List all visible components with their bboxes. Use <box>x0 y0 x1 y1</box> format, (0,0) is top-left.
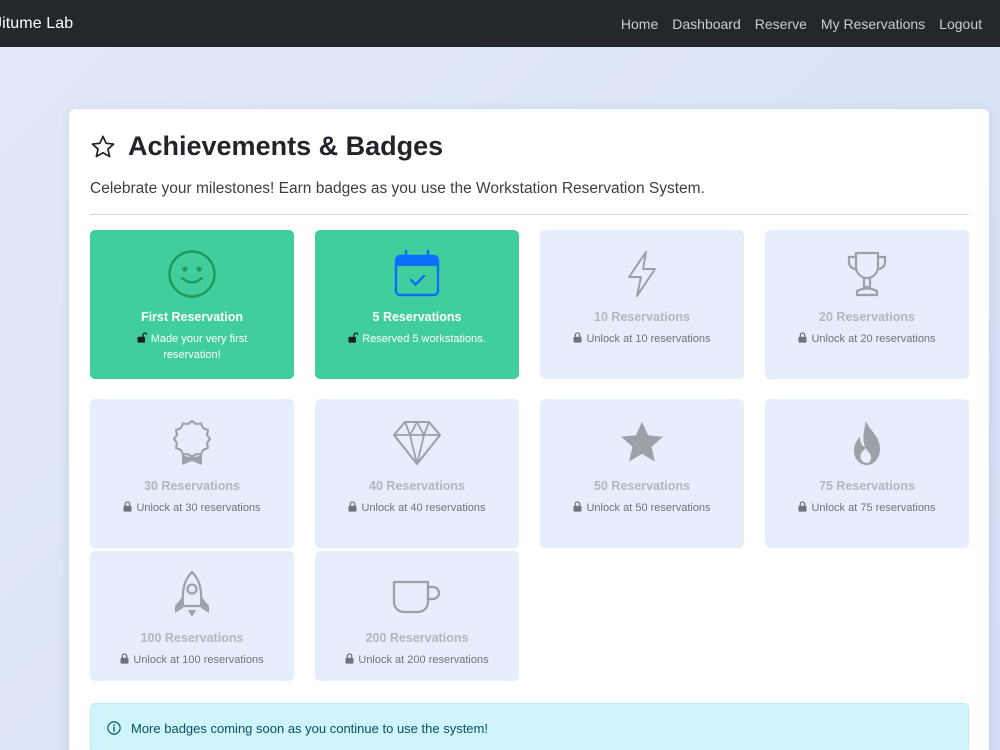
badge-desc-text: Unlock at 100 reservations <box>133 654 264 666</box>
badge-50-reservations: 50 Reservations Unlock at 50 reservation… <box>540 399 744 548</box>
rocket-icon <box>175 570 209 617</box>
badge-desc-text: Unlock at 20 reservations <box>811 333 936 345</box>
badge-title: 50 Reservations <box>594 479 690 493</box>
info-circle-icon <box>107 721 121 735</box>
fire-icon <box>854 421 880 465</box>
info-alert-text: More badges coming soon as you continue … <box>131 720 488 736</box>
brand-logo[interactable]: Jitume Lab <box>0 15 73 33</box>
divider <box>90 214 969 215</box>
badge-desc-text: Unlock at 75 reservations <box>811 502 936 514</box>
badge-desc: Unlock at 100 reservations <box>108 652 276 668</box>
badge-desc: Made your very first reservation! <box>108 331 276 363</box>
achievements-card: Achievements & Badges Celebrate your mil… <box>69 109 989 750</box>
nav-reserve[interactable]: Reserve <box>755 16 807 32</box>
lock-icon <box>798 501 807 512</box>
badge-title: 40 Reservations <box>369 479 465 493</box>
nav-logout[interactable]: Logout <box>939 16 982 32</box>
badge-desc-text: Reserved 5 workstations. <box>362 333 486 345</box>
calendar-check-icon <box>394 249 440 297</box>
unlock-icon <box>348 332 359 343</box>
star-outline-icon <box>91 135 115 157</box>
badge-desc-text: Unlock at 50 reservations <box>586 502 711 514</box>
nav-my-reservations[interactable]: My Reservations <box>821 16 925 32</box>
badge-title: 75 Reservations <box>819 479 915 493</box>
badge-desc-text: Unlock at 10 reservations <box>586 333 711 345</box>
cup-icon <box>392 580 441 614</box>
lock-icon <box>798 332 807 343</box>
badge-10-reservations: 10 Reservations Unlock at 10 reservation… <box>540 230 744 379</box>
info-alert: More badges coming soon as you continue … <box>90 703 969 750</box>
nav-dashboard[interactable]: Dashboard <box>672 16 741 32</box>
badge-title: 200 Reservations <box>365 631 469 645</box>
star-icon <box>621 421 663 462</box>
badge-desc-text: Unlock at 40 reservations <box>361 502 486 514</box>
nav-home[interactable]: Home <box>621 16 658 32</box>
lock-icon <box>573 501 582 512</box>
lock-icon <box>345 653 354 664</box>
badge-title: 100 Reservations <box>140 631 244 645</box>
page-subtitle: Celebrate your milestones! Earn badges a… <box>90 180 705 197</box>
badge-desc: Unlock at 20 reservations <box>783 331 951 347</box>
badge-title: 20 Reservations <box>819 310 915 324</box>
badge-title: 5 Reservations <box>372 310 462 324</box>
badge-30-reservations: 30 Reservations Unlock at 30 reservation… <box>90 399 294 548</box>
lock-icon <box>348 501 357 512</box>
badge-first-reservation: First Reservation Made your very first r… <box>90 230 294 379</box>
badge-40-reservations: 40 Reservations Unlock at 40 reservation… <box>315 399 519 548</box>
badge-5-reservations: 5 Reservations Reserved 5 workstations. <box>315 230 519 379</box>
badge-desc: Unlock at 50 reservations <box>558 500 726 516</box>
award-icon <box>172 419 212 465</box>
unlock-icon <box>137 332 147 343</box>
badge-200-reservations: 200 Reservations Unlock at 200 reservati… <box>315 551 519 681</box>
badge-desc: Unlock at 200 reservations <box>333 652 501 668</box>
badge-desc: Unlock at 10 reservations <box>558 331 726 347</box>
smile-icon <box>168 250 216 298</box>
lock-icon <box>120 653 129 664</box>
badge-100-reservations: 100 Reservations Unlock at 100 reservati… <box>90 551 294 681</box>
lock-icon <box>123 501 132 512</box>
nav-links: Home Dashboard Reserve My Reservations L… <box>621 16 982 32</box>
badge-title: 10 Reservations <box>594 310 690 324</box>
page-title-text: Achievements & Badges <box>128 131 444 161</box>
badge-desc: Unlock at 40 reservations <box>333 500 501 516</box>
badge-75-reservations: 75 Reservations Unlock at 75 reservation… <box>765 399 969 548</box>
lock-icon <box>573 332 582 343</box>
navbar: Jitume Lab Home Dashboard Reserve My Res… <box>0 0 1000 47</box>
page-title: Achievements & Badges <box>90 131 443 162</box>
badge-title: First Reservation <box>140 310 244 324</box>
badge-desc-text: Made your very first reservation! <box>150 333 248 361</box>
badge-desc: Unlock at 30 reservations <box>108 500 276 516</box>
badge-desc: Reserved 5 workstations. <box>333 331 501 347</box>
badge-title: 30 Reservations <box>144 479 240 493</box>
badge-desc-text: Unlock at 200 reservations <box>358 654 489 666</box>
badge-20-reservations: 20 Reservations Unlock at 20 reservation… <box>765 230 969 379</box>
lightning-icon <box>628 251 656 297</box>
gem-icon <box>392 420 442 466</box>
badge-desc-text: Unlock at 30 reservations <box>136 502 261 514</box>
badge-desc: Unlock at 75 reservations <box>783 500 951 516</box>
trophy-icon <box>847 251 887 297</box>
